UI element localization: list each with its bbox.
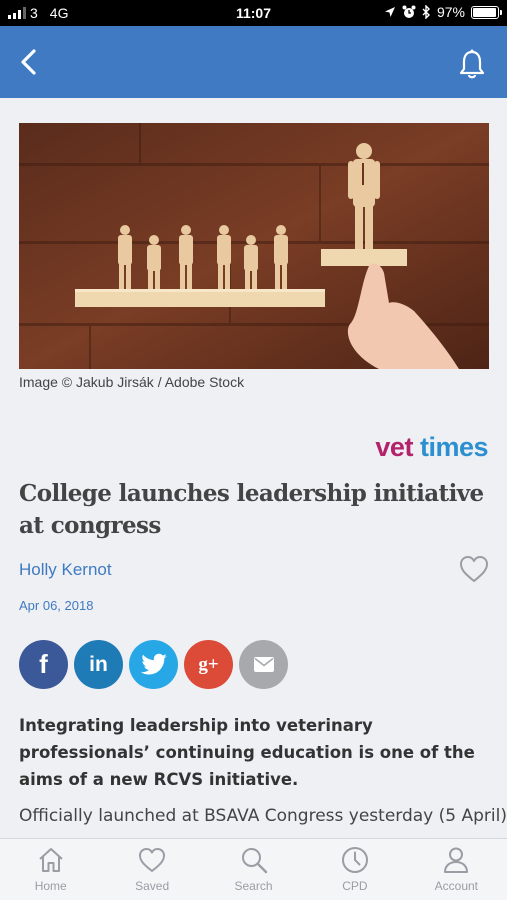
heart-icon[interactable] bbox=[458, 554, 490, 584]
tab-account[interactable]: Account bbox=[406, 839, 507, 900]
brand-logo-times: times bbox=[419, 432, 489, 462]
tab-account-label: Account bbox=[434, 879, 478, 893]
article-hero-image bbox=[19, 123, 489, 369]
tab-search[interactable]: Search bbox=[203, 839, 304, 900]
linkedin-icon: in bbox=[89, 652, 108, 676]
home-icon bbox=[39, 848, 63, 872]
tab-cpd[interactable]: CPD bbox=[304, 839, 405, 900]
twitter-bird-icon bbox=[140, 653, 167, 674]
app-header bbox=[0, 26, 507, 98]
googleplus-share-button[interactable]: g+ bbox=[184, 640, 233, 689]
article-date: Apr 06, 2018 bbox=[19, 598, 94, 613]
linkedin-share-button[interactable]: in bbox=[74, 640, 123, 689]
bottom-tab-bar: Home Saved Search CPD Account bbox=[0, 838, 507, 900]
bluetooth-icon bbox=[422, 5, 430, 19]
article-lead: Integrating leadership into veterinary p… bbox=[19, 716, 475, 789]
article-content[interactable]: Image © Jakub Jirsák / Adobe Stock vet t… bbox=[0, 98, 507, 838]
googleplus-icon: g+ bbox=[198, 653, 219, 675]
heart-icon bbox=[139, 848, 166, 872]
image-caption: Image © Jakub Jirsák / Adobe Stock bbox=[19, 374, 245, 390]
brand-logo-vet: vet bbox=[375, 432, 413, 462]
alarm-icon bbox=[402, 5, 416, 18]
tab-saved-label: Saved bbox=[135, 879, 170, 893]
user-icon bbox=[444, 847, 469, 873]
brand-logo: vet times bbox=[375, 432, 488, 463]
share-buttons: f in g+ bbox=[19, 640, 288, 689]
status-bar: 3 4G 11:07 97% bbox=[0, 0, 507, 26]
article-body-paragraph: Officially launched at BSAVA Congress ye… bbox=[19, 806, 507, 826]
tab-saved[interactable]: Saved bbox=[101, 839, 202, 900]
author-link[interactable]: Holly Kernot bbox=[19, 560, 112, 580]
envelope-icon bbox=[253, 657, 274, 672]
battery-percent: 97% bbox=[436, 4, 465, 20]
search-icon bbox=[241, 848, 267, 874]
email-share-button[interactable] bbox=[239, 640, 288, 689]
article-title: College launches leadership initiative a… bbox=[19, 480, 484, 539]
tab-home[interactable]: Home bbox=[0, 839, 101, 900]
bell-icon[interactable] bbox=[457, 48, 487, 80]
twitter-share-button[interactable] bbox=[129, 640, 178, 689]
facebook-icon: f bbox=[39, 649, 48, 679]
location-icon bbox=[384, 7, 395, 17]
tab-search-label: Search bbox=[234, 879, 273, 893]
chevron-left-icon[interactable] bbox=[14, 46, 46, 78]
battery-icon bbox=[471, 5, 502, 19]
facebook-share-button[interactable]: f bbox=[19, 640, 68, 689]
status-icons: 97% bbox=[384, 4, 502, 20]
tab-cpd-label: CPD bbox=[342, 879, 368, 893]
tab-home-label: Home bbox=[34, 879, 67, 893]
clock-icon bbox=[341, 847, 368, 873]
